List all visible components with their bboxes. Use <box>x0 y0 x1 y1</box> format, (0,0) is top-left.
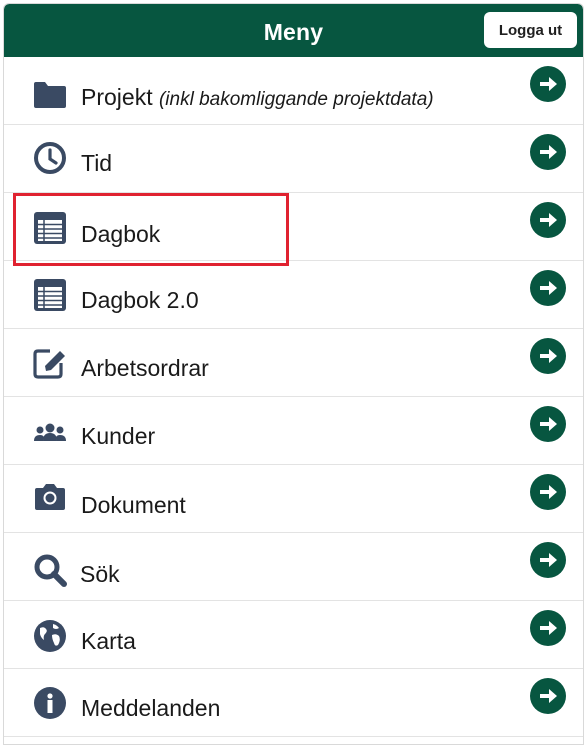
arrow-right-icon[interactable] <box>530 678 566 714</box>
menu-item-label: Dokument <box>81 492 186 518</box>
arrow-right-icon[interactable] <box>530 610 566 646</box>
menu-item-label: Meddelanden <box>81 695 221 721</box>
menu-item-dagbok-2[interactable]: Dagbok 2.0 <box>4 261 583 329</box>
folder-icon <box>32 77 68 113</box>
edit-icon <box>32 345 68 381</box>
menu-item-arbetsordrar[interactable]: Arbetsordrar <box>4 329 583 397</box>
menu-item-label: Tid <box>81 150 113 176</box>
menu-item-label: Karta <box>81 628 136 654</box>
arrow-right-icon[interactable] <box>530 542 566 578</box>
arrow-right-icon[interactable] <box>530 474 566 510</box>
menu-item-meddelanden[interactable]: Meddelanden <box>4 669 583 737</box>
users-icon <box>32 414 68 450</box>
menu-item-label: Projekt <box>81 84 153 110</box>
menu-item-note: (inkl bakomliggande projektdata) <box>158 89 434 110</box>
arrow-right-icon[interactable] <box>530 338 566 374</box>
arrow-right-icon[interactable] <box>530 406 566 442</box>
menu-item-karta[interactable]: Karta <box>4 601 583 669</box>
search-icon <box>32 552 68 588</box>
arrow-right-icon[interactable] <box>530 66 566 102</box>
menu-item-dagbok[interactable]: Dagbok <box>4 193 583 261</box>
menu-item-sok[interactable]: Sök <box>4 533 583 601</box>
menu-item-tid[interactable]: Tid <box>4 125 583 193</box>
arrow-right-icon[interactable] <box>530 202 566 238</box>
diary-icon <box>32 277 68 313</box>
menu-list: Projekt (inkl bakomliggande projektdata)… <box>4 57 583 737</box>
menu-item-projekt[interactable]: Projekt (inkl bakomliggande projektdata) <box>4 57 583 125</box>
camera-icon <box>32 479 68 515</box>
logout-button[interactable]: Logga ut <box>484 12 577 48</box>
menu-panel: Meny Logga ut Projekt (inkl bakomliggand… <box>3 3 584 745</box>
arrow-right-icon[interactable] <box>530 134 566 170</box>
menu-item-label: Sök <box>80 561 120 587</box>
menu-item-label: Dagbok 2.0 <box>81 287 199 313</box>
diary-icon <box>32 210 68 246</box>
menu-item-kunder[interactable]: Kunder <box>4 397 583 465</box>
menu-item-label: Kunder <box>81 423 156 449</box>
menu-item-label: Dagbok <box>81 221 161 247</box>
clock-icon <box>32 140 68 176</box>
menu-header: Meny Logga ut <box>4 4 583 57</box>
menu-item-dokument[interactable]: Dokument <box>4 465 583 533</box>
globe-icon <box>32 618 68 654</box>
arrow-right-icon[interactable] <box>530 270 566 306</box>
menu-item-label: Arbetsordrar <box>81 355 209 381</box>
info-icon <box>32 685 68 721</box>
